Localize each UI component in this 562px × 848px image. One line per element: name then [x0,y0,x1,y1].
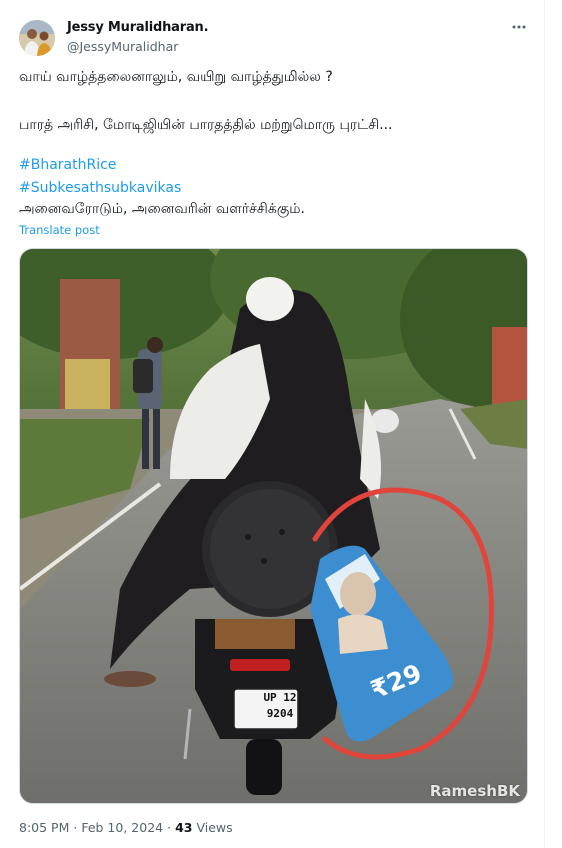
tweet-photo[interactable]: UP 12 9204 ₹29 RameshBK [19,248,528,804]
views-count: 43 [175,820,193,835]
tweet-card: Jessy Muralidharan. @JessyMuralidhar வாய… [0,0,545,848]
tweet-text-line-2: பாரத் அரிசி, மோடிஜியின் பாரதத்தில் மற்று… [19,117,393,133]
more-options-icon[interactable] [508,18,530,38]
photo-watermark: RameshBK [429,782,520,800]
translate-post-link[interactable]: Translate post [19,223,100,237]
meta-separator-2: · [167,820,172,835]
hashtag-subkesathsubkavikas[interactable]: #Subkesathsubkavikas [19,179,181,197]
views-label: Views [196,820,233,835]
meta-separator: · [73,820,78,835]
hashtag-bharathrice[interactable]: #BharathRice [19,156,116,174]
plate-line-1: UP 12 [263,691,297,704]
tweet-text-line-1: வாய் வாழ்த்தலைனாலும், வயிறு வாழ்த்துமில்… [19,69,333,85]
tweet-time[interactable]: 8:05 PM [19,820,69,835]
tweet-date[interactable]: Feb 10, 2024 [81,820,163,835]
avatar-image [19,20,55,56]
author-handle[interactable]: @JessyMuralidhar [67,39,178,54]
tweet-text-line-3: அனைவரோடும், அனைவரின் வளர்ச்சிக்கும். [19,201,305,217]
plate-line-2: 9204 [266,707,294,720]
author-display-name[interactable]: Jessy Muralidharan. [67,20,209,35]
avatar[interactable] [19,20,55,56]
tweet-meta: 8:05 PM · Feb 10, 2024 · 43 Views [19,820,233,835]
